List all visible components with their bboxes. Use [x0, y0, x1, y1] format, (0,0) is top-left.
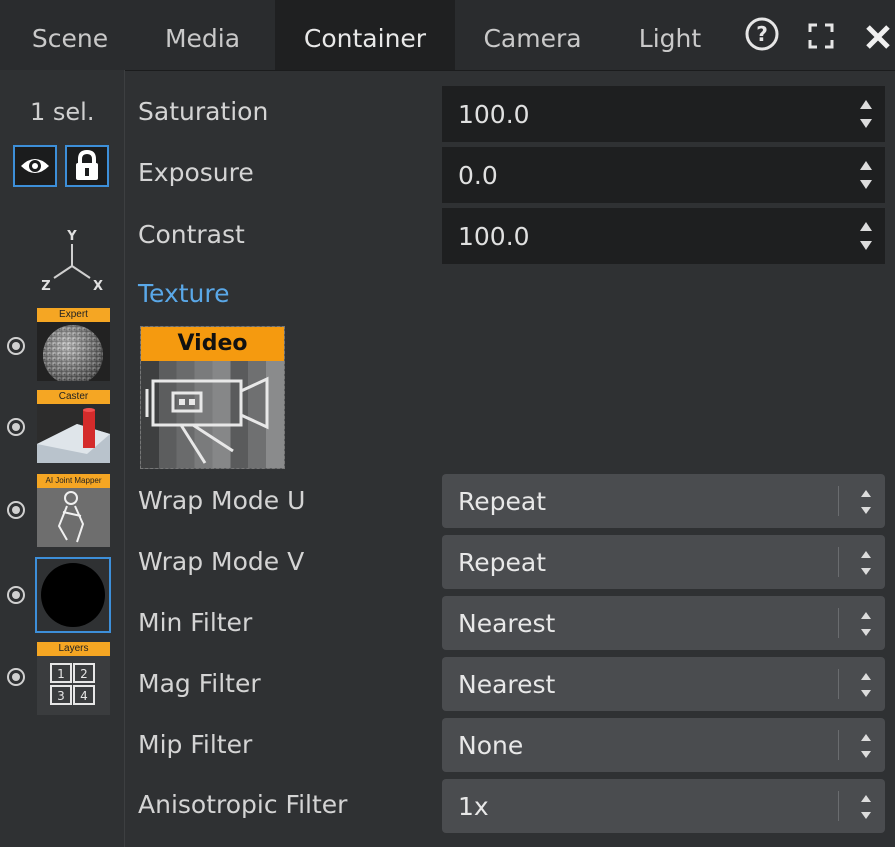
spinner-icon[interactable] — [859, 220, 873, 252]
exposure-label: Exposure — [138, 158, 254, 187]
anisotropic-filter-select[interactable]: 1x — [442, 779, 885, 833]
help-icon[interactable]: ? — [744, 16, 780, 52]
exposure-value[interactable]: 0.0 — [458, 161, 498, 190]
saturation-label: Saturation — [138, 97, 269, 126]
lock-toggle[interactable] — [65, 145, 109, 187]
caster-icon — [37, 404, 110, 463]
node-radio[interactable] — [7, 337, 25, 355]
mip-filter-value: None — [458, 731, 524, 760]
axis-y-label: Y — [66, 229, 77, 244]
node-radio[interactable] — [7, 668, 25, 686]
min-filter-label: Min Filter — [138, 608, 253, 637]
eye-icon — [21, 159, 49, 173]
dropdown-separator — [838, 730, 839, 760]
updown-icon[interactable] — [859, 608, 873, 640]
node-radio[interactable] — [7, 501, 25, 519]
node-thumbnail-layers[interactable]: Layers 1 2 3 4 — [37, 642, 110, 715]
dropdown-separator — [838, 486, 839, 516]
spinner-icon[interactable] — [859, 98, 873, 130]
lock-icon — [76, 149, 98, 180]
contrast-label: Contrast — [138, 220, 245, 249]
updown-icon[interactable] — [859, 486, 873, 518]
video-camera-icon — [145, 376, 269, 464]
black-circle-icon — [41, 563, 105, 627]
texture-type-label: Video — [141, 327, 284, 361]
joint-mapper-icon — [37, 488, 110, 547]
axis-x-label: X — [93, 279, 103, 294]
spinner-icon[interactable] — [859, 159, 873, 191]
updown-icon[interactable] — [859, 791, 873, 823]
layers-grid-icon: 1 2 3 4 — [37, 656, 110, 715]
mag-filter-value: Nearest — [458, 670, 556, 699]
tab-media[interactable]: Media — [140, 0, 265, 70]
node-thumbnail-expert[interactable]: Expert — [37, 308, 110, 381]
node-label: AI Joint Mapper — [37, 474, 110, 488]
dropdown-separator — [838, 608, 839, 638]
dropdown-separator — [838, 791, 839, 821]
expand-icon[interactable] — [807, 22, 835, 50]
node-label: Expert — [37, 308, 110, 322]
saturation-field[interactable]: 100.0 — [442, 86, 885, 142]
sphere-icon — [37, 322, 110, 381]
min-filter-select[interactable]: Nearest — [442, 596, 885, 650]
wrap-v-value: Repeat — [458, 548, 547, 577]
node-thumbnail-caster[interactable]: Caster — [37, 390, 110, 463]
contrast-value[interactable]: 100.0 — [458, 222, 530, 251]
mip-filter-select[interactable]: None — [442, 718, 885, 772]
node-label: Caster — [37, 390, 110, 404]
updown-icon[interactable] — [859, 730, 873, 762]
updown-icon[interactable] — [859, 669, 873, 701]
layer-cell-1: 1 — [57, 667, 65, 681]
mag-filter-label: Mag Filter — [138, 669, 261, 698]
saturation-value[interactable]: 100.0 — [458, 100, 530, 129]
contrast-field[interactable]: 100.0 — [442, 208, 885, 264]
node-thumbnail-black-circle[interactable] — [35, 557, 111, 633]
anisotropic-filter-label: Anisotropic Filter — [138, 790, 348, 819]
wrap-v-label: Wrap Mode V — [138, 547, 305, 576]
min-filter-value: Nearest — [458, 609, 556, 638]
wrap-u-label: Wrap Mode U — [138, 486, 306, 515]
layer-cell-3: 3 — [57, 689, 65, 703]
anisotropic-filter-value: 1x — [458, 792, 489, 821]
node-radio[interactable] — [7, 586, 25, 604]
axis-gizmo-icon: Y Z X — [41, 229, 103, 294]
node-radio[interactable] — [7, 418, 25, 436]
wrap-u-value: Repeat — [458, 487, 547, 516]
selection-count: 1 sel. — [30, 98, 95, 126]
updown-icon[interactable] — [859, 547, 873, 579]
node-thumbnail-joint-mapper[interactable]: AI Joint Mapper — [37, 474, 110, 547]
mip-filter-label: Mip Filter — [138, 730, 253, 759]
svg-text:?: ? — [756, 22, 768, 46]
tab-container[interactable]: Container — [275, 0, 455, 70]
texture-section-title: Texture — [138, 279, 230, 308]
dropdown-separator — [838, 547, 839, 577]
exposure-field[interactable]: 0.0 — [442, 147, 885, 203]
axis-z-label: Z — [41, 279, 50, 294]
texture-thumbnail[interactable]: Video — [140, 326, 285, 469]
tab-scene[interactable]: Scene — [10, 0, 130, 70]
layer-cell-2: 2 — [80, 667, 88, 681]
close-icon[interactable] — [865, 24, 891, 50]
node-label: Layers — [37, 642, 110, 656]
layer-cell-4: 4 — [80, 689, 88, 703]
tab-camera[interactable]: Camera — [460, 0, 605, 70]
wrap-v-select[interactable]: Repeat — [442, 535, 885, 589]
visibility-toggle[interactable] — [13, 145, 57, 187]
wrap-u-select[interactable]: Repeat — [442, 474, 885, 528]
mag-filter-select[interactable]: Nearest — [442, 657, 885, 711]
tab-bar: Scene Media Container Camera Light ? — [0, 0, 895, 71]
tab-light[interactable]: Light — [620, 0, 720, 70]
dropdown-separator — [838, 669, 839, 699]
